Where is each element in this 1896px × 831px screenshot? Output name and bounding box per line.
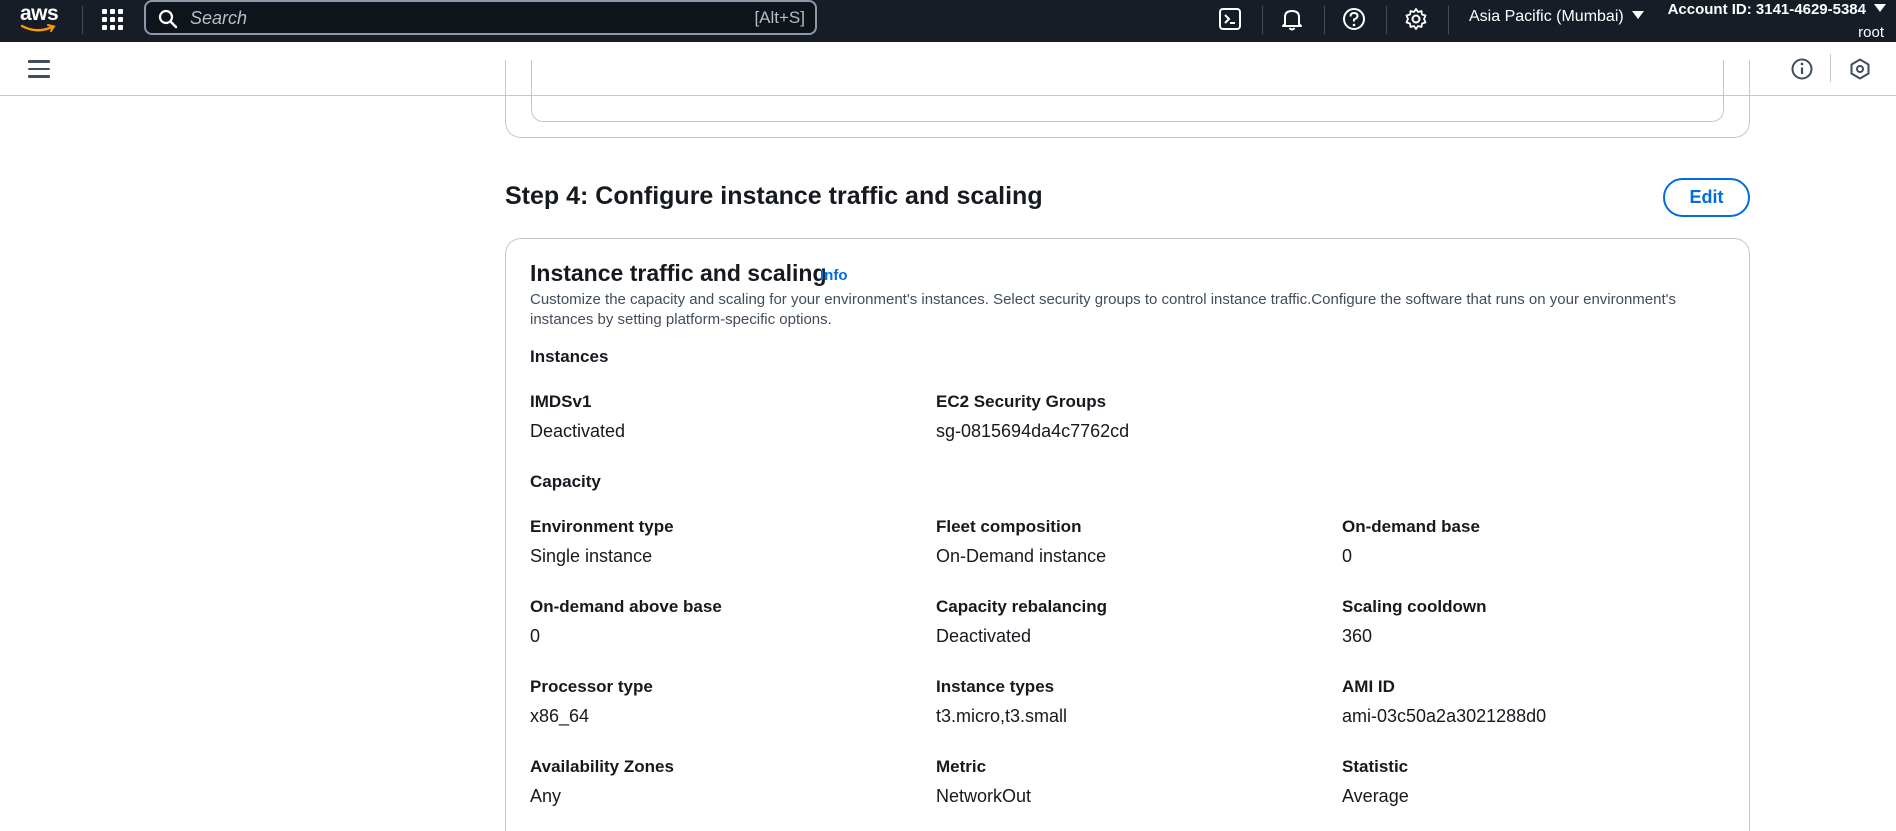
top-navigation: aws Search [Alt+S] Asia Pacific (Mumbai)…	[0, 0, 1896, 42]
subheader-divider	[1830, 54, 1831, 82]
field-label: Statistic	[1342, 757, 1409, 776]
field-label: On-demand above base	[530, 597, 722, 616]
account-menu[interactable]: Account ID: 3141-4629-5384	[1668, 1, 1886, 18]
field-value: On-Demand instance	[936, 546, 1107, 566]
field-value: 0	[1342, 546, 1353, 566]
chevron-down-icon	[1631, 11, 1644, 19]
account-id: Account ID: 3141-4629-5384	[1667, 1, 1866, 18]
search-input[interactable]: Search [Alt+S]	[144, 0, 817, 35]
notifications-bell-icon[interactable]	[1279, 6, 1305, 32]
field-value: sg-0815694da4c7762cd	[936, 421, 1130, 441]
field-value: Any	[530, 786, 562, 806]
nav-divider	[1324, 6, 1325, 34]
feedback-hexagon-icon[interactable]	[1847, 56, 1873, 82]
card-description: Customize the capacity and scaling for y…	[530, 291, 1677, 328]
menu-hamburger-icon[interactable]	[28, 60, 50, 78]
settings-gear-icon[interactable]	[1403, 6, 1429, 32]
search-shortcut: [Alt+S]	[754, 8, 805, 27]
services-grid-icon[interactable]	[100, 7, 124, 31]
nav-divider	[1262, 6, 1263, 34]
instances-heading: Instances	[530, 347, 609, 366]
help-icon[interactable]	[1341, 6, 1367, 32]
search-placeholder: Search	[190, 8, 248, 28]
field-label: Processor type	[530, 677, 653, 696]
nav-divider	[1386, 6, 1387, 34]
field-value: x86_64	[530, 706, 590, 726]
field-value: Deactivated	[936, 626, 1032, 646]
cloudshell-icon[interactable]	[1217, 6, 1243, 32]
region-selector[interactable]: Asia Pacific (Mumbai)	[1469, 8, 1644, 26]
previous-step-inner-container	[531, 60, 1724, 122]
field-label: IMDSv1	[530, 392, 592, 411]
field-label: Availability Zones	[530, 757, 674, 776]
nav-divider	[1448, 6, 1449, 34]
field-value: NetworkOut	[936, 786, 1032, 806]
capacity-heading: Capacity	[530, 472, 601, 491]
field-value: Average	[1342, 786, 1409, 806]
info-link[interactable]: Info	[820, 267, 848, 284]
card-title: Instance traffic and scaling	[530, 260, 827, 286]
field-label: AMI ID	[1342, 677, 1395, 696]
account-user: root	[1858, 24, 1884, 41]
field-label: Instance types	[936, 677, 1055, 696]
info-panel-icon[interactable]	[1789, 56, 1815, 82]
field-value: Single instance	[530, 546, 653, 566]
field-label: Capacity rebalancing	[936, 597, 1108, 616]
aws-smile-icon	[21, 24, 56, 32]
field-label: Fleet composition	[936, 517, 1082, 536]
field-label: Metric	[936, 757, 987, 776]
aws-logo-text: aws	[20, 2, 59, 25]
field-label: Scaling cooldown	[1342, 597, 1487, 616]
field-label: Environment type	[530, 517, 674, 536]
step-title: Step 4: Configure instance traffic and s…	[505, 182, 1043, 210]
field-label: EC2 Security Groups	[936, 392, 1107, 411]
field-value: Deactivated	[530, 421, 626, 441]
edit-button[interactable]: Edit	[1663, 178, 1750, 217]
field-value: 0	[530, 626, 541, 646]
nav-divider	[82, 6, 83, 34]
field-value: t3.micro,t3.small	[936, 706, 1068, 726]
field-label: On-demand base	[1342, 517, 1480, 536]
search-icon	[158, 9, 178, 29]
field-value: 360	[1342, 626, 1373, 646]
region-label: Asia Pacific (Mumbai)	[1469, 8, 1624, 25]
chevron-down-icon	[1874, 4, 1886, 12]
aws-logo[interactable]: aws	[20, 2, 60, 36]
field-value: ami-03c50a2a3021288d0	[1342, 706, 1547, 726]
